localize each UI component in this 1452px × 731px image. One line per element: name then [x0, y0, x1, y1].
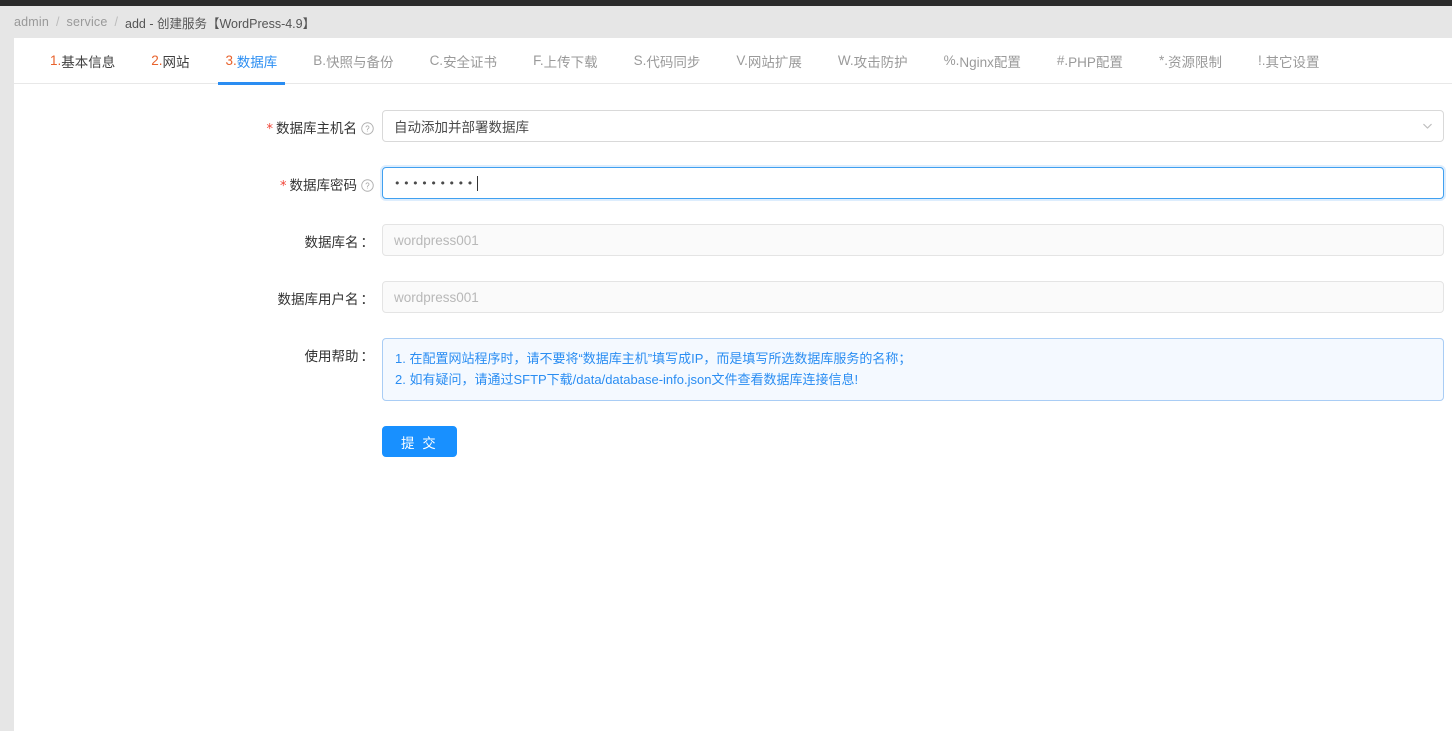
svg-text:?: ?: [365, 124, 370, 133]
tab-php-config[interactable]: #. PHP配置: [1039, 38, 1141, 84]
required-asterisk-icon: *: [280, 178, 287, 194]
tab-website[interactable]: 2. 网站: [133, 38, 207, 84]
chevron-down-icon[interactable]: [1422, 121, 1433, 132]
tab-nginx-config[interactable]: %. Nginx配置: [926, 38, 1039, 84]
breadcrumb-item-admin[interactable]: admin: [14, 15, 49, 29]
tab-prefix: W.: [837, 53, 854, 68]
tab-upload-download[interactable]: F. 上传下载: [515, 38, 616, 84]
tab-database[interactable]: 3. 数据库: [208, 38, 296, 85]
db-password-label-cell: * 数据库密码?: [14, 167, 382, 194]
tab-other-settings[interactable]: !. 其它设置: [1240, 38, 1338, 84]
help-label: 使用帮助: [304, 349, 359, 364]
db-name-label-cell: 数据库名：: [14, 224, 382, 251]
db-user-input[interactable]: wordpress001: [382, 281, 1444, 313]
tab-label: 代码同步: [646, 54, 701, 70]
help-circle-icon[interactable]: ?: [361, 122, 374, 135]
form-row-db-password: * 数据库密码? •••••••••: [14, 167, 1452, 199]
breadcrumb: admin / service / add - 创建服务【WordPress-4…: [0, 6, 1452, 38]
tab-label: 基本信息: [61, 54, 116, 70]
form-row-help: 使用帮助： 1. 在配置网站程序时，请不要将“数据库主机”填写成IP，而是填写所…: [14, 338, 1452, 401]
db-user-label-cell: 数据库用户名：: [14, 281, 382, 308]
db-host-label: 数据库主机名: [276, 121, 357, 136]
tab-prefix: 2.: [151, 53, 163, 68]
tab-prefix: !.: [1257, 53, 1266, 68]
tab-prefix: S.: [633, 53, 647, 68]
tab-basic-info[interactable]: 1. 基本信息: [32, 38, 133, 84]
db-name-placeholder: wordpress001: [394, 232, 479, 248]
tab-website-extensions[interactable]: V. 网站扩展: [718, 38, 820, 84]
db-name-label: 数据库名: [304, 235, 359, 250]
db-password-label: 数据库密码: [289, 178, 358, 193]
tab-label: 其它设置: [1265, 54, 1320, 70]
submit-button[interactable]: 提 交: [382, 426, 457, 457]
form-row-submit: 提 交: [14, 426, 1452, 457]
tab-bar: 1. 基本信息 2. 网站 3. 数据库 B. 快照与备份 C. 安全证书 F. 上传下载 …: [14, 38, 1452, 85]
tab-label: 快照与备份: [326, 54, 394, 70]
tab-label: 上传下载: [543, 54, 598, 70]
db-name-colon: ：: [360, 235, 375, 250]
db-user-colon: ：: [360, 292, 375, 307]
help-line: 2. 如有疑问，请通过SFTP下载/data/database-info.jso…: [395, 372, 859, 387]
tab-label: 资源限制: [1167, 54, 1222, 70]
help-line: 1. 在配置网站程序时，请不要将“数据库主机”填写成IP，而是填写所选数据库服务…: [395, 351, 912, 366]
form-row-db-user: 数据库用户名： wordpress001: [14, 281, 1452, 313]
database-form: *数据库主机名? 自动添加并部署数据库 *数据库密码? •••••••••: [14, 84, 1452, 457]
svg-text:?: ?: [365, 181, 370, 190]
tab-resource-limits[interactable]: *. 资源限制: [1141, 38, 1240, 84]
page-root: admin / service / add - 创建服务【WordPress-4…: [0, 0, 1452, 731]
content-card: 1. 基本信息 2. 网站 3. 数据库 B. 快照与备份 C. 安全证书 F. 上传下载 …: [14, 38, 1452, 731]
tab-prefix: %.: [943, 53, 960, 68]
breadcrumb-item-service[interactable]: service: [67, 15, 108, 29]
db-password-input[interactable]: •••••••••: [382, 167, 1444, 199]
db-user-label: 数据库用户名: [277, 292, 359, 307]
form-row-db-host: * 数据库主机名? 自动添加并部署数据库: [14, 110, 1452, 142]
db-user-placeholder: wordpress001: [394, 289, 479, 305]
db-host-selected-value: 自动添加并部署数据库: [394, 120, 529, 135]
db-user-field-cell: wordpress001: [382, 281, 1452, 313]
tab-attack-protection[interactable]: W. 攻击防护: [820, 38, 926, 84]
tab-label: 网站扩展: [747, 54, 802, 70]
tab-prefix: #.: [1056, 53, 1069, 68]
breadcrumb-separator: /: [56, 15, 60, 29]
breadcrumb-separator: /: [114, 15, 119, 29]
tab-security-certificate[interactable]: C. 安全证书: [412, 38, 516, 84]
tab-prefix: V.: [736, 53, 748, 68]
db-host-select[interactable]: 自动添加并部署数据库: [382, 110, 1444, 142]
db-host-field-cell: 自动添加并部署数据库: [382, 110, 1452, 142]
help-circle-icon[interactable]: ?: [361, 179, 374, 192]
db-name-field-cell: wordpress001: [382, 224, 1452, 256]
help-label-cell: 使用帮助：: [14, 338, 382, 365]
tab-code-sync[interactable]: S. 代码同步: [616, 38, 719, 84]
tab-prefix: C.: [429, 53, 444, 68]
tab-label: Nginx配置: [959, 54, 1021, 70]
tab-prefix: B.: [313, 53, 327, 68]
tab-label: 网站: [162, 54, 190, 70]
db-name-input[interactable]: wordpress001: [382, 224, 1444, 256]
tab-label: 攻击防护: [853, 54, 908, 70]
usage-help-box: 1. 在配置网站程序时，请不要将“数据库主机”填写成IP，而是填写所选数据库服务…: [382, 338, 1444, 401]
form-row-db-name: 数据库名： wordpress001: [14, 224, 1452, 256]
tab-label: PHP配置: [1068, 54, 1123, 70]
db-password-masked-value: •••••••••: [394, 176, 476, 190]
submit-spacer: [14, 426, 382, 457]
help-colon: ：: [360, 349, 375, 364]
tab-prefix: *.: [1158, 53, 1168, 68]
help-field-cell: 1. 在配置网站程序时，请不要将“数据库主机”填写成IP，而是填写所选数据库服务…: [382, 338, 1452, 401]
tab-snapshot-backup[interactable]: B. 快照与备份: [295, 38, 411, 84]
required-asterisk-icon: *: [266, 121, 274, 137]
tab-prefix: 1.: [50, 53, 62, 68]
tab-prefix: F.: [533, 53, 544, 68]
db-password-field-cell: •••••••••: [382, 167, 1452, 199]
breadcrumb-current: add - 创建服务【WordPress-4.9】: [125, 16, 316, 31]
tab-label: 安全证书: [443, 54, 498, 70]
db-host-label-cell: * 数据库主机名?: [14, 110, 382, 137]
text-cursor: [476, 175, 478, 191]
tab-prefix: 3.: [225, 53, 237, 68]
tab-label: 数据库: [236, 54, 278, 70]
